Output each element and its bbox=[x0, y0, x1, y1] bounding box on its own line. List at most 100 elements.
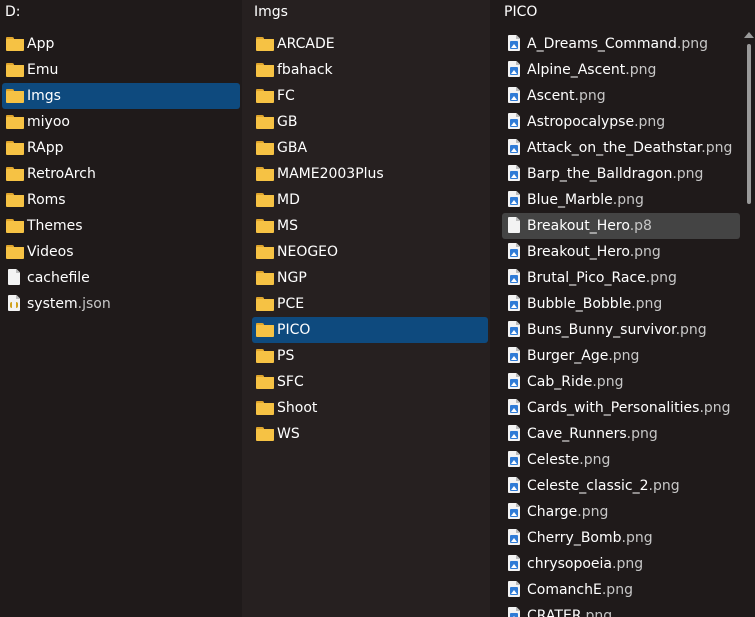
list-item-label: RApp bbox=[27, 135, 64, 161]
list-item-label: Breakout_Hero.png bbox=[527, 239, 661, 265]
image-file-icon bbox=[506, 87, 524, 104]
list-item[interactable]: Shoot bbox=[252, 395, 488, 421]
item-extension: .png bbox=[608, 348, 640, 364]
list-item[interactable]: Celeste.png bbox=[502, 447, 740, 473]
list-item[interactable]: Cab_Ride.png bbox=[502, 369, 740, 395]
list-item[interactable]: Imgs bbox=[2, 83, 240, 109]
list-item[interactable]: CRATER.png bbox=[502, 603, 740, 617]
image-file-icon bbox=[506, 269, 524, 286]
folder-icon bbox=[6, 88, 24, 104]
list-item[interactable]: PS bbox=[252, 343, 488, 369]
item-name: miyoo bbox=[27, 114, 70, 130]
list-item[interactable]: NGP bbox=[252, 265, 488, 291]
list-item[interactable]: fbahack bbox=[252, 57, 488, 83]
image-file-icon bbox=[506, 503, 524, 520]
folder-icon bbox=[256, 140, 274, 156]
list-item[interactable]: PICO bbox=[252, 317, 488, 343]
item-name: RetroArch bbox=[27, 166, 96, 182]
list-item-label: App bbox=[27, 31, 54, 57]
list-item[interactable]: chrysopoeia.png bbox=[502, 551, 740, 577]
list-item[interactable]: Alpine_Ascent.png bbox=[502, 57, 740, 83]
list-item[interactable]: GBA bbox=[252, 135, 488, 161]
pico-scrollbar[interactable] bbox=[741, 30, 755, 617]
list-item[interactable]: Breakout_Hero.p8 bbox=[502, 213, 740, 239]
list-item-label: Attack_on_the_Deathstar.png bbox=[527, 135, 732, 161]
folder-icon bbox=[256, 36, 274, 52]
folder-icon bbox=[256, 244, 274, 260]
list-item[interactable]: Themes bbox=[2, 213, 240, 239]
list-item[interactable]: NEOGEO bbox=[252, 239, 488, 265]
list-item[interactable]: Roms bbox=[2, 187, 240, 213]
list-item[interactable]: FC bbox=[252, 83, 488, 109]
scroll-thumb[interactable] bbox=[747, 44, 751, 204]
item-extension: .png bbox=[601, 582, 633, 598]
list-item[interactable]: WS bbox=[252, 421, 488, 447]
item-name: Celeste_classic_2 bbox=[527, 478, 649, 494]
folder-icon bbox=[256, 374, 274, 390]
list-item[interactable]: Charge.png bbox=[502, 499, 740, 525]
item-name: PS bbox=[277, 348, 295, 364]
image-file-icon bbox=[506, 191, 524, 208]
list-item[interactable]: system.json bbox=[2, 291, 240, 317]
item-name: Attack_on_the_Deathstar bbox=[527, 140, 702, 156]
folder-icon bbox=[256, 322, 274, 338]
list-item-label: system.json bbox=[27, 291, 111, 317]
list-item[interactable]: RApp bbox=[2, 135, 240, 161]
item-name: system bbox=[27, 296, 78, 312]
list-item[interactable]: Buns_Bunny_survivor.png bbox=[502, 317, 740, 343]
item-extension: .png bbox=[612, 192, 644, 208]
list-item-label: CRATER.png bbox=[527, 603, 612, 617]
item-name: SFC bbox=[277, 374, 304, 390]
folder-icon bbox=[6, 140, 24, 156]
list-item[interactable]: ComanchE.png bbox=[502, 577, 740, 603]
list-item[interactable]: miyoo bbox=[2, 109, 240, 135]
list-item[interactable]: Burger_Age.png bbox=[502, 343, 740, 369]
list-item[interactable]: Cherry_Bomb.png bbox=[502, 525, 740, 551]
image-file-icon bbox=[506, 243, 524, 260]
list-item-label: NGP bbox=[277, 265, 307, 291]
item-extension: .png bbox=[645, 270, 677, 286]
item-name: Brutal_Pico_Race bbox=[527, 270, 646, 286]
item-name: Burger_Age bbox=[527, 348, 609, 364]
item-name: Cave_Runners bbox=[527, 426, 627, 442]
list-item[interactable]: PCE bbox=[252, 291, 488, 317]
list-item[interactable]: MD bbox=[252, 187, 488, 213]
image-file-icon bbox=[506, 139, 524, 156]
list-item[interactable]: Videos bbox=[2, 239, 240, 265]
list-item[interactable]: Bubble_Bobble.png bbox=[502, 291, 740, 317]
list-item[interactable]: Celeste_classic_2.png bbox=[502, 473, 740, 499]
item-name: Barp_the_Balldragon bbox=[527, 166, 673, 182]
list-item[interactable]: RetroArch bbox=[2, 161, 240, 187]
item-name: chrysopoeia bbox=[527, 556, 613, 572]
image-file-icon bbox=[506, 425, 524, 442]
item-name: RApp bbox=[27, 140, 64, 156]
item-extension: .png bbox=[629, 244, 661, 260]
list-item[interactable]: Ascent.png bbox=[502, 83, 740, 109]
imgs-file-list: ARCADE fbahack FC GB GBA MAME2003Plus MD MS NEOG… bbox=[242, 31, 490, 447]
list-item[interactable]: A_Dreams_Command.png bbox=[502, 31, 740, 57]
list-item[interactable]: GB bbox=[252, 109, 488, 135]
image-file-icon bbox=[506, 607, 524, 617]
list-item[interactable]: MS bbox=[252, 213, 488, 239]
item-name: ARCADE bbox=[277, 36, 335, 52]
image-file-icon bbox=[506, 113, 524, 130]
list-item[interactable]: Astropocalypse.png bbox=[502, 109, 740, 135]
list-item[interactable]: Cave_Runners.png bbox=[502, 421, 740, 447]
list-item[interactable]: MAME2003Plus bbox=[252, 161, 488, 187]
list-item[interactable]: cachefile bbox=[2, 265, 240, 291]
scroll-up-arrow-icon[interactable] bbox=[744, 32, 754, 38]
image-file-icon bbox=[506, 581, 524, 598]
list-item[interactable]: Breakout_Hero.png bbox=[502, 239, 740, 265]
item-name: Celeste bbox=[527, 452, 580, 468]
list-item[interactable]: SFC bbox=[252, 369, 488, 395]
list-item[interactable]: Emu bbox=[2, 57, 240, 83]
list-item[interactable]: Attack_on_the_Deathstar.png bbox=[502, 135, 740, 161]
list-item[interactable]: ARCADE bbox=[252, 31, 488, 57]
list-item[interactable]: Barp_the_Balldragon.png bbox=[502, 161, 740, 187]
list-item[interactable]: Brutal_Pico_Race.png bbox=[502, 265, 740, 291]
list-item[interactable]: Blue_Marble.png bbox=[502, 187, 740, 213]
list-item[interactable]: Cards_with_Personalities.png bbox=[502, 395, 740, 421]
item-extension: .png bbox=[592, 374, 624, 390]
list-item[interactable]: App bbox=[2, 31, 240, 57]
item-name: Bubble_Bobble bbox=[527, 296, 632, 312]
